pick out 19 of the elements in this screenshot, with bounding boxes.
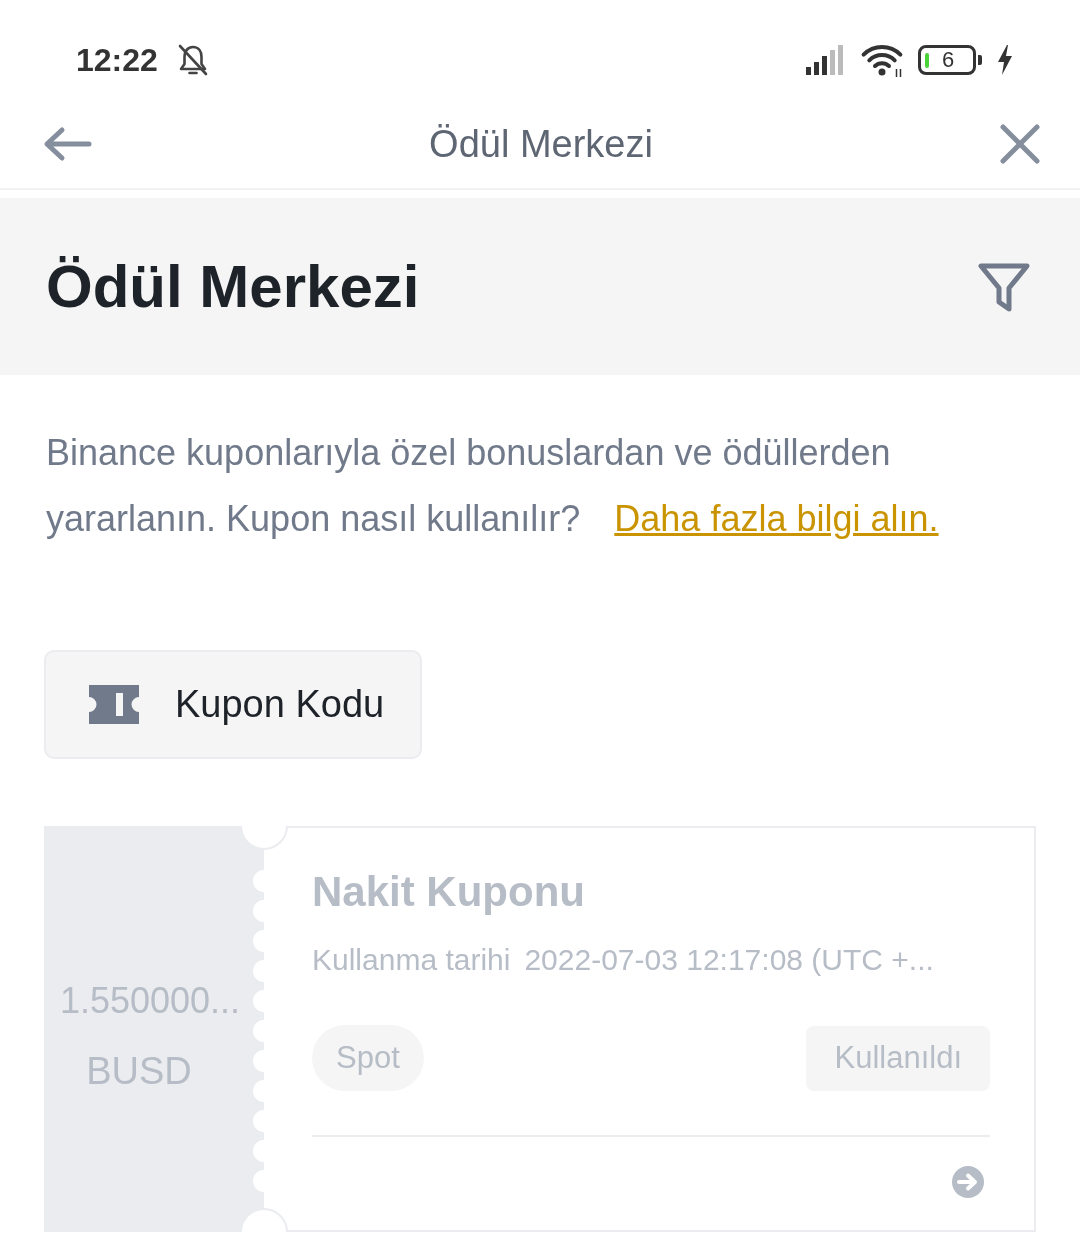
close-icon[interactable] bbox=[1000, 124, 1040, 164]
expiry-date: 2022-07-03 12:17:08 (UTC +... bbox=[524, 942, 934, 978]
arrow-circle-icon[interactable] bbox=[952, 1166, 984, 1198]
coupon-title: Nakit Kuponu bbox=[312, 867, 586, 917]
intro-text: Binance kuponlarıyla özel bonuslardan ve ödüllerden yararlanın. Kupon nasıl kullanılır? Daha fazla bilgi alın. bbox=[46, 431, 940, 541]
status-button: Kullanıldı bbox=[806, 1025, 990, 1091]
section-title: Ödül Merkezi bbox=[46, 252, 420, 321]
learn-more-link[interactable]: Daha fazla bilgi alın. bbox=[614, 498, 939, 539]
category-tag: Spot bbox=[312, 1025, 424, 1091]
back-arrow-icon[interactable] bbox=[42, 126, 92, 162]
battery-percentage: 6 bbox=[940, 49, 956, 71]
coupon-code-button[interactable]: Kupon Kodu bbox=[44, 650, 422, 759]
clock-time: 12:22 bbox=[76, 41, 158, 79]
expiry-label: Kullanma tarihi bbox=[312, 942, 511, 978]
signal-icon bbox=[806, 45, 846, 75]
ticket-icon bbox=[89, 685, 139, 724]
wifi-icon bbox=[860, 43, 904, 77]
charging-bolt-icon bbox=[996, 45, 1014, 75]
page-title: Ödül Merkezi bbox=[429, 122, 653, 166]
